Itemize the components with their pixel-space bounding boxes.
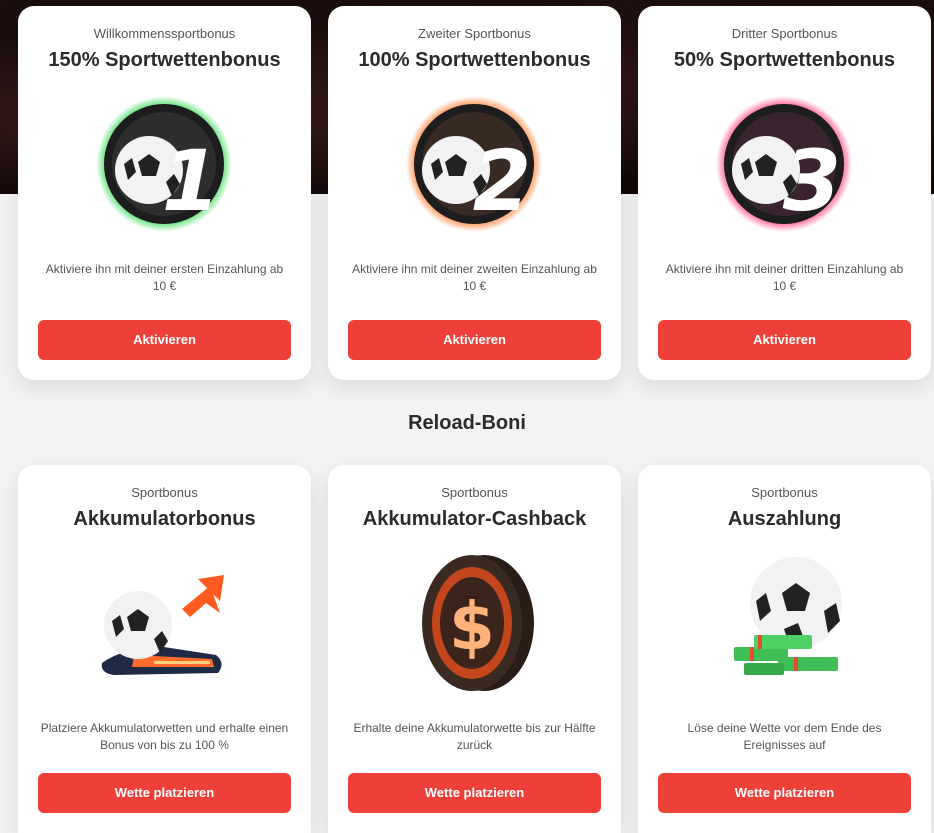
football-number-2-icon: 2 xyxy=(404,92,544,232)
bonus-card-cashout: Sportbonus Auszahlung Löse deine Wette v… xyxy=(638,465,931,833)
football-train-arrow-icon xyxy=(94,551,234,691)
reload-section-title: Reload-Boni xyxy=(408,412,526,434)
bonus-title: 100% Sportwettenbonus xyxy=(358,49,591,71)
bonus-subtitle: Zweiter Sportbonus xyxy=(418,26,531,41)
bonus-title: Akkumulator-Cashback xyxy=(362,508,587,530)
bonus-description: Platziere Akkumulatorwetten und erhalte … xyxy=(40,721,289,752)
bonus-description: Aktiviere ihn mit deiner dritten Einzahl… xyxy=(665,262,904,293)
bonus-subtitle: Sportbonus xyxy=(441,485,508,500)
bonus-subtitle: Sportbonus xyxy=(131,485,198,500)
bonus-description: Aktiviere ihn mit deiner zweiten Einzahl… xyxy=(352,262,597,293)
football-cash-stack-icon xyxy=(714,551,854,691)
svg-text:2: 2 xyxy=(473,132,531,230)
place-bet-button[interactable]: Wette platzieren xyxy=(658,773,911,813)
svg-text:$: $ xyxy=(449,588,495,665)
svg-text:3: 3 xyxy=(783,132,841,230)
bonus-description: Löse deine Wette vor dem Ende des Ereign… xyxy=(687,721,882,752)
activate-button[interactable]: Aktivieren xyxy=(38,320,291,360)
bonus-card-cashback: Sportbonus Akkumulator-Cashback $ Erhalt… xyxy=(328,465,621,833)
bonus-card-third: Dritter Sportbonus 50% Sportwettenbonus … xyxy=(638,6,931,380)
dollar-coin-icon: $ xyxy=(404,551,544,691)
bonus-subtitle: Willkommenssportbonus xyxy=(93,26,236,41)
bonus-subtitle: Dritter Sportbonus xyxy=(731,26,838,41)
bonus-card-accumulator: Sportbonus Akkumulatorbonus Platziere Ak… xyxy=(18,465,311,833)
bonus-description: Aktiviere ihn mit deiner ersten Einzahlu… xyxy=(45,262,284,293)
place-bet-button[interactable]: Wette platzieren xyxy=(38,773,291,813)
bonus-subtitle: Sportbonus xyxy=(751,485,818,500)
football-number-3-icon: 3 xyxy=(714,92,854,232)
bonus-card-welcome: Willkommenssportbonus 150% Sportwettenbo… xyxy=(18,6,311,380)
activate-button[interactable]: Aktivieren xyxy=(348,320,601,360)
bonus-title: Akkumulatorbonus xyxy=(73,508,256,530)
svg-text:1: 1 xyxy=(162,132,220,230)
bonus-description: Erhalte deine Akkumulatorwette bis zur H… xyxy=(353,721,596,752)
bonus-title: 50% Sportwettenbonus xyxy=(673,49,896,71)
place-bet-button[interactable]: Wette platzieren xyxy=(348,773,601,813)
activate-button[interactable]: Aktivieren xyxy=(658,320,911,360)
bonus-card-second: Zweiter Sportbonus 100% Sportwettenbonus… xyxy=(328,6,621,380)
bonus-title: Auszahlung xyxy=(727,508,842,530)
bonus-title: 150% Sportwettenbonus xyxy=(48,49,281,71)
football-number-1-icon: 1 xyxy=(94,92,234,232)
